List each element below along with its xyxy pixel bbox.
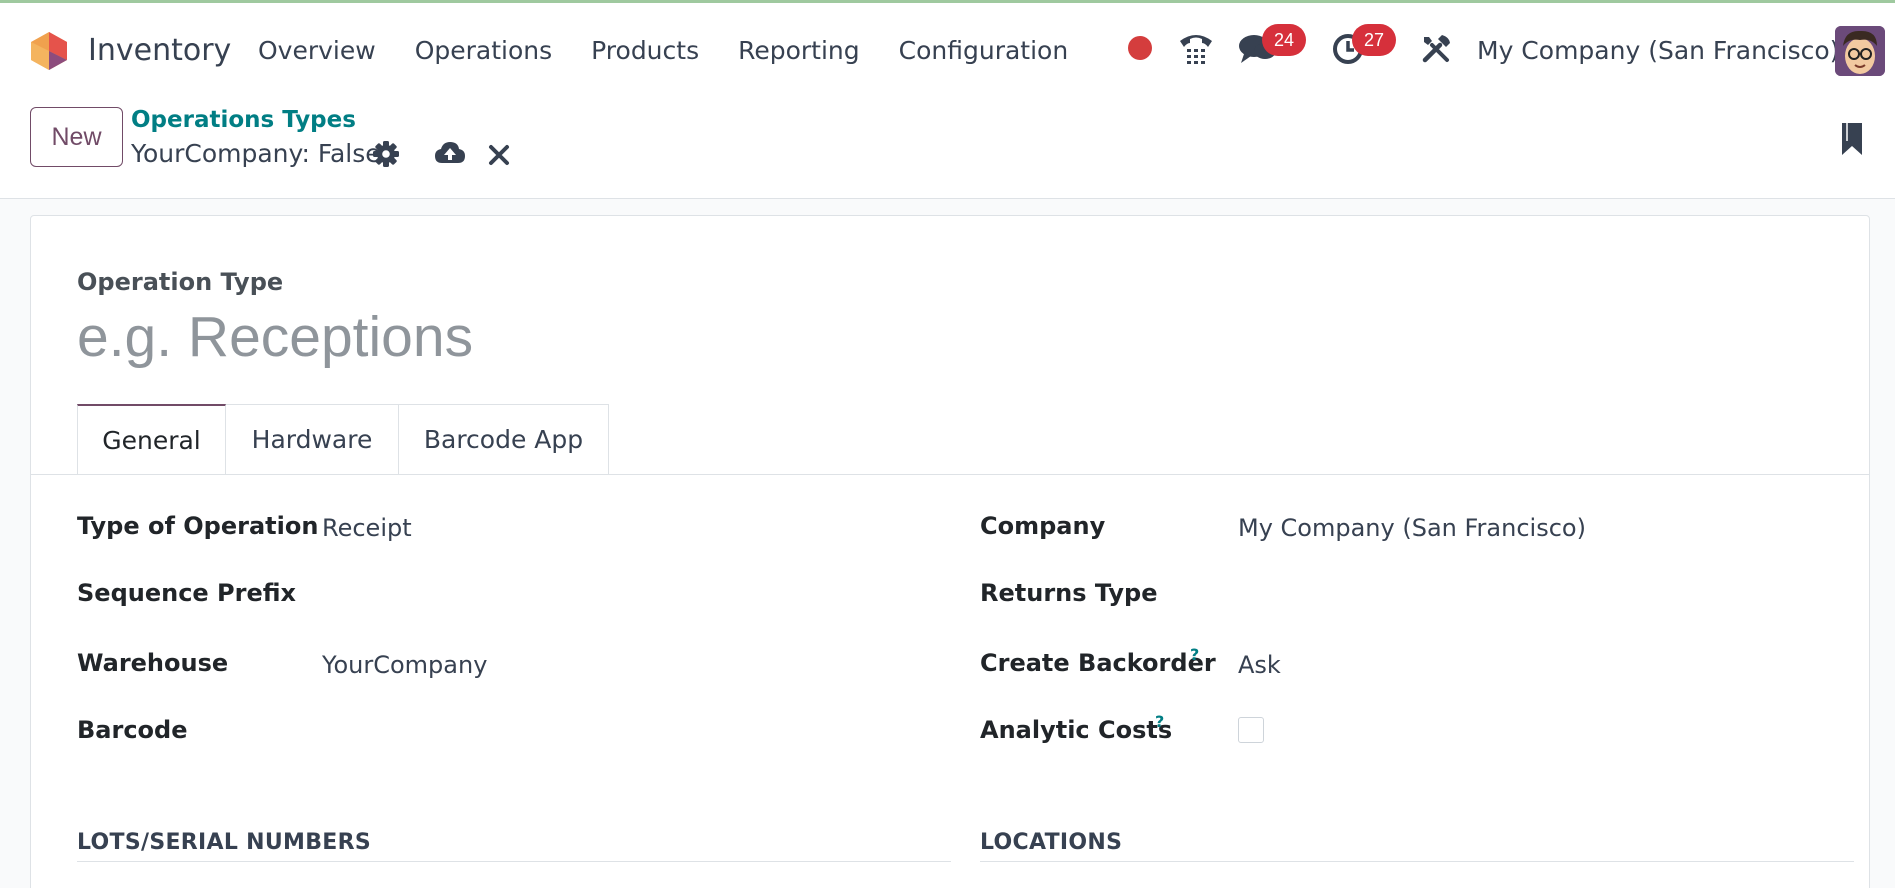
warehouse-field[interactable]: YourCompany — [322, 651, 487, 679]
create-backorder-field[interactable]: Ask — [1238, 651, 1281, 679]
company-label: Company — [980, 512, 1106, 540]
operation-type-name-input[interactable]: e.g. Receptions — [77, 304, 473, 370]
lots-serial-numbers-section-title: LOTS/SERIAL NUMBERS — [77, 830, 371, 855]
menu-reporting[interactable]: Reporting — [738, 36, 860, 65]
gear-icon[interactable] — [372, 140, 400, 168]
new-button[interactable]: New — [30, 107, 123, 167]
locations-section-title: LOCATIONS — [980, 830, 1123, 855]
locations-section-divider — [980, 861, 1854, 862]
phone-icon[interactable] — [1176, 25, 1216, 73]
barcode-field[interactable] — [322, 718, 922, 748]
create-backorder-help-icon[interactable]: ? — [1190, 645, 1199, 664]
company-switcher[interactable]: My Company (San Francisco) — [1477, 36, 1839, 65]
bookmark-icon[interactable] — [1840, 121, 1864, 157]
app-name[interactable]: Inventory — [88, 33, 231, 68]
menu-overview[interactable]: Overview — [258, 36, 376, 65]
type-of-operation-field[interactable]: Receipt — [322, 514, 412, 542]
record-title: YourCompany: False — [131, 139, 381, 168]
create-backorder-label: Create Backorder — [980, 649, 1216, 677]
warehouse-label: Warehouse — [77, 649, 229, 677]
tab-hardware[interactable]: Hardware — [226, 404, 399, 475]
returns-type-label: Returns Type — [980, 579, 1158, 607]
chat-count-badge: 24 — [1262, 24, 1306, 56]
menu-operations[interactable]: Operations — [415, 36, 552, 65]
returns-type-field[interactable] — [1238, 581, 1838, 611]
activity-count-badge: 27 — [1352, 24, 1396, 56]
debug-tools-icon[interactable] — [1418, 25, 1454, 73]
control-panel: New Operations Types YourCompany: False — [0, 93, 1895, 199]
analytic-costs-checkbox[interactable] — [1238, 717, 1264, 743]
tab-general[interactable]: General — [77, 404, 226, 475]
lots-section-divider — [77, 861, 951, 862]
user-avatar[interactable] — [1835, 26, 1885, 76]
operation-type-label: Operation Type — [77, 268, 284, 296]
sequence-prefix-field[interactable] — [322, 581, 922, 611]
analytic-costs-label: Analytic Costs — [980, 716, 1173, 744]
menu-products[interactable]: Products — [591, 36, 699, 65]
save-cloud-icon[interactable] — [434, 139, 466, 167]
breadcrumb-operations-types[interactable]: Operations Types — [131, 107, 356, 133]
form-tabs: General Hardware Barcode App — [77, 404, 609, 475]
discard-close-icon[interactable] — [487, 140, 511, 168]
tab-barcode-app[interactable]: Barcode App — [399, 404, 609, 475]
recording-dot-icon[interactable] — [1128, 36, 1152, 60]
form-sheet: Operation Type e.g. Receptions General H… — [30, 215, 1870, 888]
company-field[interactable]: My Company (San Francisco) — [1238, 514, 1586, 542]
main-navbar: Inventory Overview Operations Products R… — [0, 3, 1895, 93]
top-menu: Overview Operations Products Reporting C… — [258, 36, 1107, 65]
menu-configuration[interactable]: Configuration — [899, 36, 1069, 65]
analytic-costs-help-icon[interactable]: ? — [1155, 712, 1164, 731]
inventory-app-icon[interactable] — [29, 30, 69, 72]
barcode-label: Barcode — [77, 716, 188, 744]
type-of-operation-label: Type of Operation — [77, 512, 319, 540]
tab-divider — [31, 474, 1869, 475]
sequence-prefix-label: Sequence Prefix — [77, 579, 297, 607]
